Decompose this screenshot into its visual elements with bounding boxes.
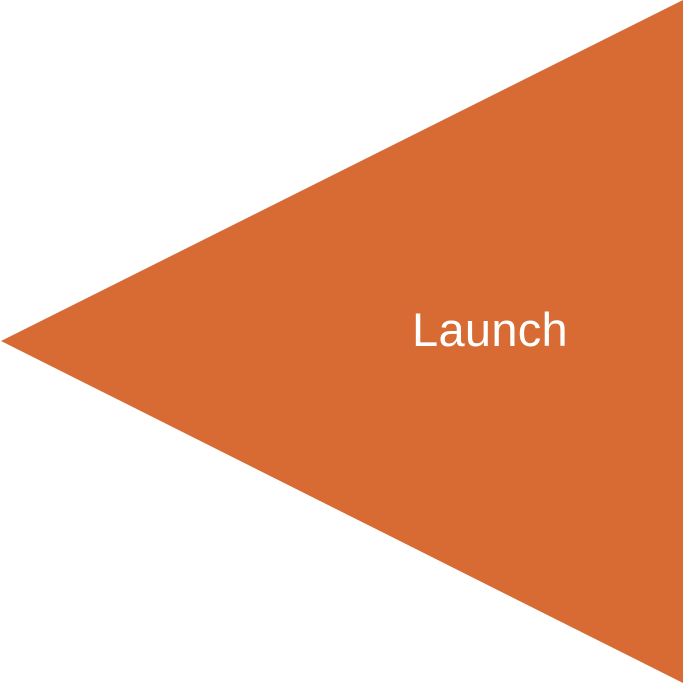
launch-label: Launch <box>412 303 568 356</box>
launch-triangle[interactable] <box>1 0 683 683</box>
triangle-shape-svg <box>1 0 683 683</box>
diagram-canvas: Launch <box>0 0 683 683</box>
